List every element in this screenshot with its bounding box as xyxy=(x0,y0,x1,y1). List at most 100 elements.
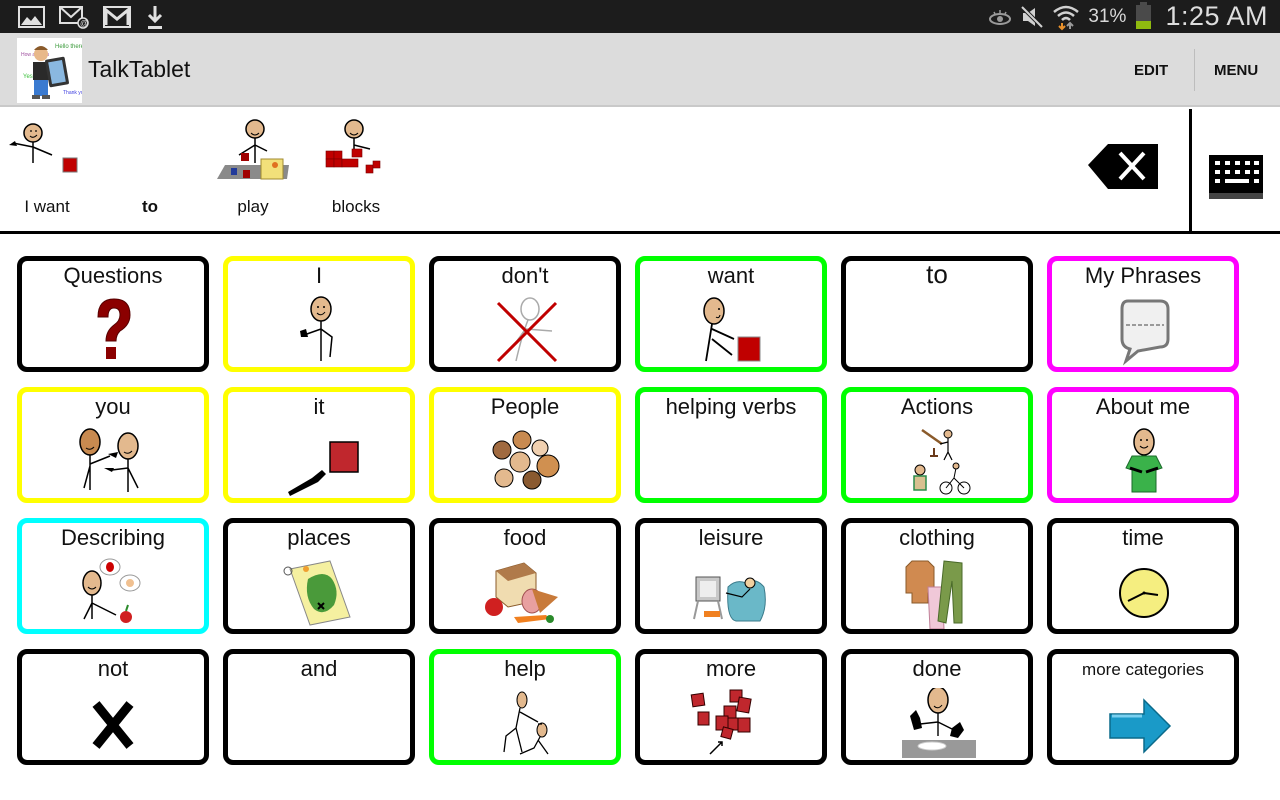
vocab-tile-people[interactable]: People xyxy=(429,387,621,503)
vocab-tile-food[interactable]: food xyxy=(429,518,621,634)
svg-text:Hello there!: Hello there! xyxy=(55,44,82,50)
sentence-word-label: play xyxy=(237,197,269,216)
tile-label: want xyxy=(707,263,755,288)
tile-label: and xyxy=(300,656,338,681)
speech-bubble-symbol-icon xyxy=(1098,295,1188,367)
vocab-tile-help[interactable]: help xyxy=(429,649,621,765)
tile-label: you xyxy=(95,394,131,419)
mute-icon xyxy=(1020,5,1044,28)
tile-label: places xyxy=(287,525,351,550)
vocab-tile-helping-verbs[interactable]: helping verbs xyxy=(635,387,827,503)
more-symbol-icon xyxy=(686,688,776,760)
svg-text:@: @ xyxy=(80,19,88,28)
vocabulary-grid: Questions Idon't want to My Phrases you it Peop… xyxy=(17,256,1242,768)
arrow-right-symbol-icon xyxy=(1098,688,1188,760)
tile-label: not xyxy=(97,656,129,681)
vocab-tile-leisure[interactable]: leisure xyxy=(635,518,827,634)
sentence-word[interactable]: to xyxy=(100,109,200,229)
vocab-tile-don-t[interactable]: don't xyxy=(429,256,621,372)
sentence-word-label: blocks xyxy=(331,197,381,216)
vocab-tile-my-phrases[interactable]: My Phrases xyxy=(1047,256,1239,372)
describing-symbol-icon xyxy=(68,557,158,629)
tile-label: helping verbs xyxy=(665,394,797,419)
vocab-tile-actions[interactable]: Actions xyxy=(841,387,1033,503)
vocab-tile-more[interactable]: more xyxy=(635,649,827,765)
vocab-tile-more-categories[interactable]: more categories xyxy=(1047,649,1239,765)
clock: 1:25 AM xyxy=(1165,1,1268,31)
system-icons: 31% 1:25 AM xyxy=(988,0,1268,33)
battery-level xyxy=(1136,21,1152,29)
tile-label: to xyxy=(926,259,948,289)
gmail-icon xyxy=(103,6,131,28)
vocab-tile-describing[interactable]: Describing xyxy=(17,518,209,634)
edit-button[interactable]: EDIT xyxy=(1134,33,1168,107)
blocks-symbol-icon xyxy=(325,119,381,174)
tile-label: more categories xyxy=(1082,660,1204,679)
it-symbol-icon xyxy=(274,426,364,498)
keyboard-icon[interactable] xyxy=(1207,153,1265,201)
svg-text:Thank you: Thank you xyxy=(63,90,82,96)
tile-label: People xyxy=(490,394,560,419)
tile-label: clothing xyxy=(899,525,975,550)
notification-icons: @ xyxy=(18,4,165,30)
vocab-tile-questions[interactable]: Questions xyxy=(17,256,209,372)
people-symbol-icon xyxy=(480,426,570,498)
dont-symbol-icon xyxy=(480,295,570,367)
battery-icon xyxy=(1136,1,1152,29)
tile-label: don't xyxy=(501,263,549,288)
tile-label: leisure xyxy=(698,525,764,550)
menu-button[interactable]: MENU xyxy=(1214,33,1258,107)
tile-label: it xyxy=(313,394,325,419)
gallery-icon xyxy=(18,6,45,28)
actions-symbol-icon xyxy=(892,426,982,498)
vocab-tile-i[interactable]: I xyxy=(223,256,415,372)
sentence-word[interactable]: I want xyxy=(0,109,97,229)
vocab-tile-done[interactable]: done xyxy=(841,649,1033,765)
tile-label: Describing xyxy=(61,525,165,550)
tile-label: Questions xyxy=(63,263,163,288)
tile-label: food xyxy=(503,525,547,550)
eye-icon xyxy=(989,9,1012,25)
tile-label: more xyxy=(705,656,757,681)
app-title: TalkTablet xyxy=(88,56,191,82)
about-me-symbol-icon xyxy=(1098,426,1188,498)
question-mark-symbol-icon xyxy=(68,295,158,367)
action-bar: Hello there! How are you Yes Thank you T… xyxy=(0,33,1280,107)
battery-percent: 31% xyxy=(1088,5,1127,27)
sentence-word[interactable]: play xyxy=(203,109,303,229)
action-bar-divider xyxy=(1194,49,1195,91)
tile-label: I xyxy=(315,263,323,288)
help-symbol-icon xyxy=(480,688,570,760)
tile-label: help xyxy=(504,656,546,681)
svg-text:Yes: Yes xyxy=(23,74,33,80)
status-bar: @ 31% 1:25 AM xyxy=(0,0,1280,33)
done-symbol-icon xyxy=(892,686,982,760)
vocab-tile-places[interactable]: places xyxy=(223,518,415,634)
tile-label: time xyxy=(1122,525,1164,550)
download-icon xyxy=(147,6,163,29)
vocab-tile-to[interactable]: to xyxy=(841,256,1033,372)
tile-label: About me xyxy=(1095,394,1191,419)
vocab-tile-clothing[interactable]: clothing xyxy=(841,518,1033,634)
vocab-tile-not[interactable]: not xyxy=(17,649,209,765)
want-symbol-icon xyxy=(686,295,776,367)
wifi-icon xyxy=(1053,5,1080,30)
clothing-symbol-icon xyxy=(892,557,982,629)
tile-label: done xyxy=(912,656,962,681)
tile-label: My Phrases xyxy=(1084,263,1202,288)
vocab-tile-and[interactable]: and xyxy=(223,649,415,765)
vocab-tile-about-me[interactable]: About me xyxy=(1047,387,1239,503)
sentence-strip[interactable]: I want to play blocks xyxy=(0,109,1280,234)
backspace-icon[interactable] xyxy=(1086,141,1160,193)
vocab-tile-time[interactable]: time xyxy=(1047,518,1239,634)
i-symbol-icon xyxy=(274,295,364,367)
you-symbol-icon xyxy=(68,426,158,498)
leisure-symbol-icon xyxy=(686,557,776,629)
sentence-word-label: I want xyxy=(24,197,70,216)
email-icon: @ xyxy=(59,6,89,29)
vocab-tile-want[interactable]: want xyxy=(635,256,827,372)
vocab-tile-you[interactable]: you xyxy=(17,387,209,503)
food-symbol-icon xyxy=(480,557,570,629)
vocab-tile-it[interactable]: it xyxy=(223,387,415,503)
sentence-word[interactable]: blocks xyxy=(306,109,406,229)
